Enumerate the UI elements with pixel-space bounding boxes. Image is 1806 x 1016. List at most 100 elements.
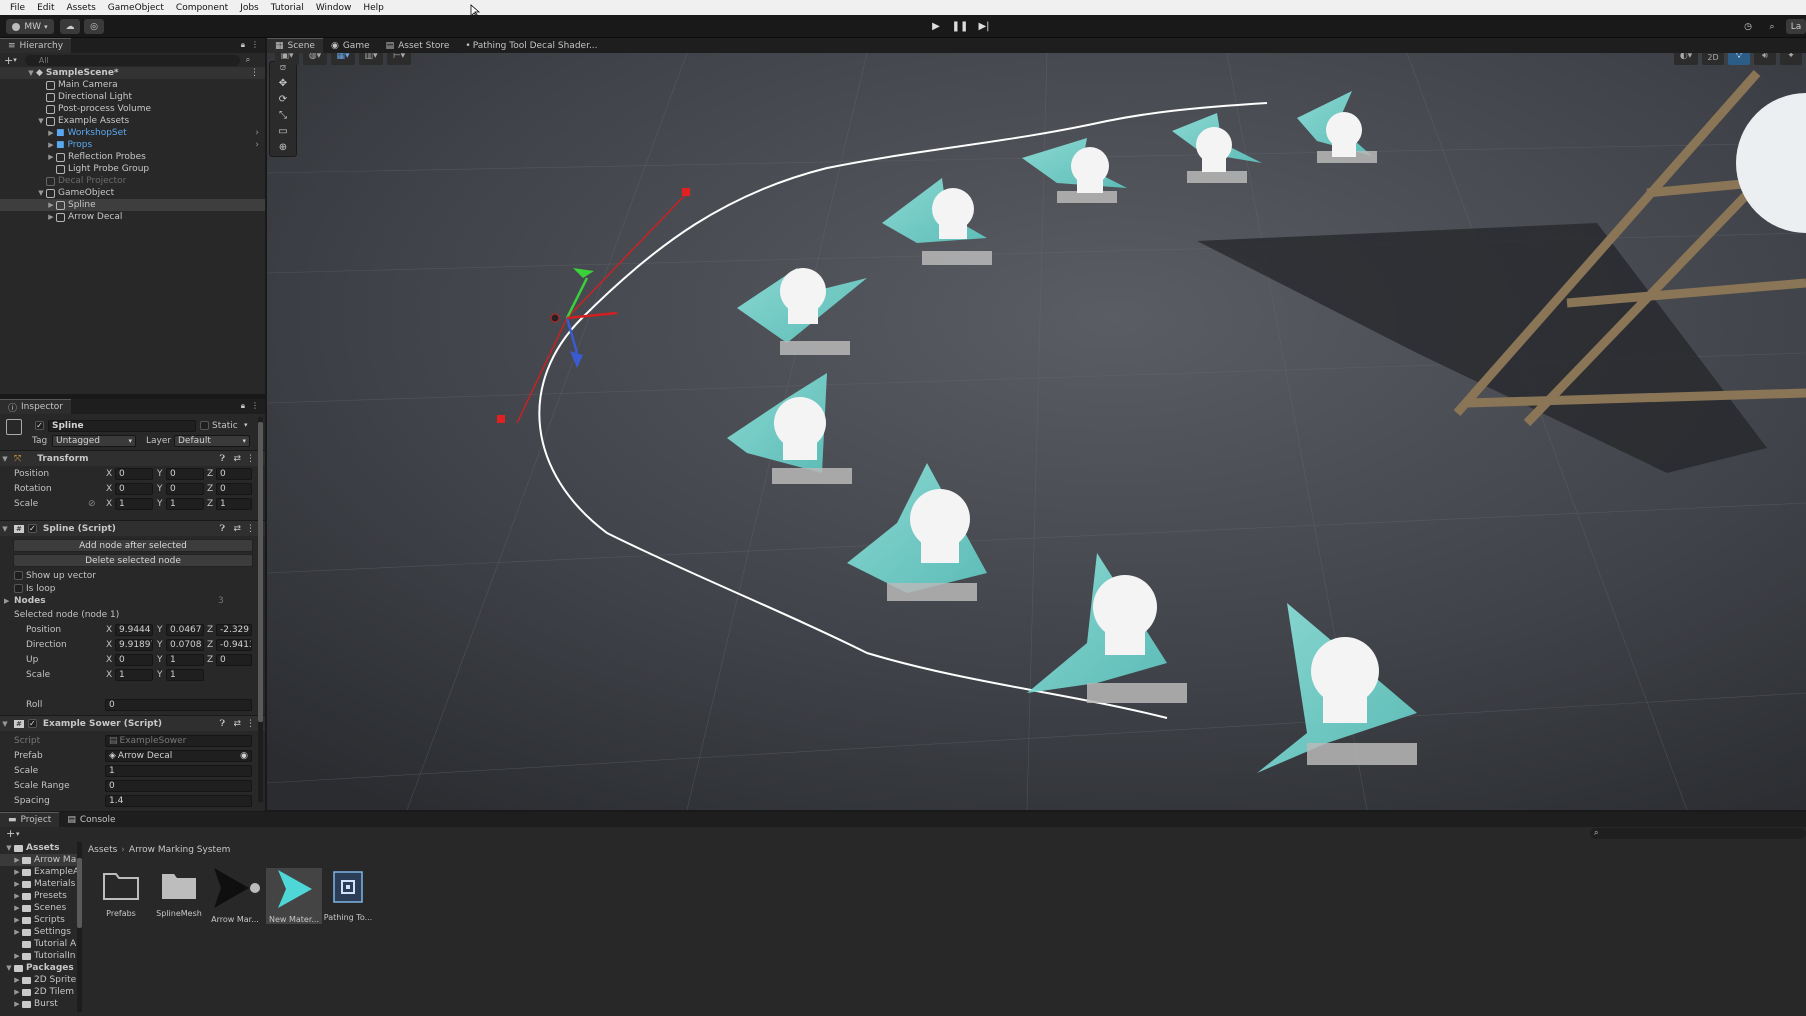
collab-button[interactable]: ◎	[84, 19, 104, 34]
up-y-field[interactable]: 1	[166, 654, 204, 666]
sower-scale-field[interactable]: 1	[105, 765, 252, 777]
effects-toggle-button[interactable]: ✦	[1780, 53, 1802, 65]
layer-dropdown[interactable]: Default ▾	[174, 435, 250, 447]
spacing-field[interactable]: 1.4	[105, 795, 252, 807]
expand-arrow-icon[interactable]: ▶	[46, 129, 56, 137]
chevron-right-icon[interactable]: ›	[255, 128, 259, 138]
direction-z-field[interactable]: -0.9413	[216, 639, 252, 651]
expand-arrow-icon[interactable]: ▶	[12, 988, 22, 996]
example-sower-header[interactable]: ▼ # ✓ Example Sower (Script) ❓︎ ⇄ ⋮	[0, 715, 265, 731]
ruler-button[interactable]: ⊢▾	[387, 53, 411, 65]
hierarchy-item-props[interactable]: ▶ ■ Props ›	[0, 139, 265, 151]
position-z-field[interactable]: 0	[216, 468, 252, 480]
asset-splinemesh[interactable]: SplineMesh	[151, 868, 207, 918]
tree-item-scripts[interactable]: ▶ Scripts	[0, 914, 65, 926]
tree-item-2d-tilem[interactable]: ▶ 2D Tilem	[0, 986, 74, 998]
direction-x-field[interactable]: 9.91897	[115, 639, 153, 651]
asset-pathing-tool[interactable]: Pathing To...	[320, 868, 376, 922]
scale-range-field[interactable]: 0	[105, 780, 252, 792]
breadcrumb-arrow-marking-system[interactable]: Arrow Marking System	[129, 845, 230, 855]
tree-item-tutorialin[interactable]: ▶ TutorialIn	[0, 950, 75, 962]
tab-hierarchy[interactable]: ≡ Hierarchy	[0, 38, 72, 53]
hierarchy-item-decal-projector[interactable]: Decal Projector	[0, 175, 265, 187]
menu-edit[interactable]: Edit	[31, 3, 60, 13]
chevron-right-icon[interactable]: ›	[255, 140, 259, 150]
tree-item-tutorial-a[interactable]: Tutorial A	[0, 938, 76, 950]
expand-arrow-icon[interactable]: ▶	[46, 213, 56, 221]
scale-y-field[interactable]: 1	[166, 498, 204, 510]
tab-asset-store[interactable]: ▤ Asset Store	[378, 38, 458, 53]
scale-x-field[interactable]: 1	[115, 498, 153, 510]
expand-arrow-icon[interactable]: ▶	[12, 880, 22, 888]
tab-scene[interactable]: ▦ Scene	[267, 38, 323, 53]
inspector-scrollbar[interactable]	[258, 417, 263, 802]
direction-y-field[interactable]: 0.0708	[166, 639, 204, 651]
position-y-field[interactable]: 0	[166, 468, 204, 480]
grid-snap-button[interactable]: ▦▾	[331, 53, 355, 65]
hierarchy-item-main-camera[interactable]: Main Camera	[0, 79, 265, 91]
tree-item-2d-sprite[interactable]: ▶ 2D Sprite	[0, 974, 76, 986]
object-name-field[interactable]: Spline	[48, 420, 196, 432]
transform-header[interactable]: ▼ ⤧ Transform ❓︎ ⇄ ⋮	[0, 450, 265, 466]
expand-arrow-icon[interactable]: ▶	[12, 892, 22, 900]
rotate-tool-icon[interactable]: ⟳	[270, 94, 296, 110]
help-icon[interactable]: ❓︎	[220, 454, 225, 464]
audio-toggle-button[interactable]: 🔊︎	[1754, 53, 1776, 65]
hierarchy-search-input[interactable]: All	[24, 54, 240, 66]
increment-snap-button[interactable]: ▥▾	[359, 53, 383, 65]
expand-arrow-icon[interactable]: ▼	[36, 117, 46, 125]
chevron-down-icon[interactable]: ▾	[16, 830, 20, 838]
expand-arrow-icon[interactable]: ▼	[26, 69, 36, 77]
shading-mode-button[interactable]: ◐▾	[1674, 53, 1698, 65]
hierarchy-item-samplescene[interactable]: ▼ ◆ SampleScene* ⋮	[0, 67, 265, 79]
scale-tool-icon[interactable]: ⤡	[270, 110, 296, 126]
is-loop-checkbox[interactable]	[14, 584, 23, 593]
expand-arrow-icon[interactable]: ▶	[12, 916, 22, 924]
tab-inspector[interactable]: ⓘ Inspector	[0, 399, 71, 414]
history-button[interactable]: ◷	[1738, 19, 1758, 34]
hierarchy-item-arrow-decal[interactable]: ▶ Arrow Decal	[0, 211, 265, 223]
spline-script-header[interactable]: ▼ # ✓ Spline (Script) ❓︎ ⇄ ⋮	[0, 520, 265, 536]
tree-item-arrow-ma[interactable]: ▶ Arrow Ma	[0, 854, 82, 866]
object-picker-icon[interactable]: ◉	[240, 751, 248, 761]
expand-arrow-icon[interactable]: ▶	[12, 1000, 22, 1008]
hierarchy-item-spline[interactable]: ▶ Spline	[0, 199, 265, 211]
tag-dropdown[interactable]: Untagged ▾	[52, 435, 136, 447]
scene-viewport[interactable]: ✋︎ ✥ ⟳ ⤡ ▭ ⊕ ▣▾ ◍▾ ▦▾ ▥▾ ⊢▾ ◐▾ 2D 💡︎ 🔊︎ …	[267, 53, 1806, 810]
add-icon[interactable]: +	[6, 827, 15, 840]
add-node-button[interactable]: Add node after selected	[13, 539, 253, 552]
menu-icon[interactable]: ⋮	[246, 524, 255, 534]
tree-item-burst[interactable]: ▶ Burst	[0, 998, 58, 1010]
tree-item-examplea[interactable]: ▶ ExampleA	[0, 866, 79, 878]
expand-arrow-icon[interactable]: ▶	[12, 904, 22, 912]
roll-field[interactable]: 0	[105, 699, 252, 711]
expand-arrow-icon[interactable]: ▼	[4, 844, 14, 852]
breadcrumb-assets[interactable]: Assets	[88, 845, 117, 855]
menu-icon[interactable]: ⋮	[246, 454, 255, 464]
node-scale-x-field[interactable]: 1	[115, 669, 153, 681]
foldout-icon[interactable]: ▼	[0, 525, 10, 533]
scene-render[interactable]	[267, 53, 1806, 810]
expand-arrow-icon[interactable]: ▶	[12, 928, 22, 936]
tree-item-packages[interactable]: ▼ Packages	[0, 962, 73, 974]
hierarchy-item-reflection-probes[interactable]: ▶ Reflection Probes	[0, 151, 265, 163]
rect-tool-icon[interactable]: ▭	[270, 126, 296, 142]
global-toggle-button[interactable]: ◍▾	[303, 53, 327, 65]
rotation-z-field[interactable]: 0	[216, 483, 252, 495]
preset-icon[interactable]: ⇄	[233, 454, 241, 464]
project-search-input[interactable]: ⌕	[1590, 828, 1806, 839]
tab-pathing-tool-shader[interactable]: • Pathing Tool Decal Shader...	[457, 38, 605, 53]
hierarchy-menu-icon[interactable]: ⋮	[251, 40, 259, 49]
lighting-toggle-button[interactable]: 💡︎	[1728, 53, 1750, 65]
menu-help[interactable]: Help	[357, 3, 390, 13]
scale-z-field[interactable]: 1	[216, 498, 252, 510]
foldout-icon[interactable]: ▼	[0, 720, 10, 728]
tree-item-scenes[interactable]: ▶ Scenes	[0, 902, 66, 914]
static-checkbox[interactable]	[200, 421, 209, 430]
tree-item-materials[interactable]: ▶ Materials	[0, 878, 75, 890]
help-icon[interactable]: ❓︎	[220, 524, 225, 534]
hierarchy-item-light-probe-group[interactable]: Light Probe Group	[0, 163, 265, 175]
rotation-x-field[interactable]: 0	[115, 483, 153, 495]
menu-tutorial[interactable]: Tutorial	[265, 3, 310, 13]
up-x-field[interactable]: 0	[115, 654, 153, 666]
